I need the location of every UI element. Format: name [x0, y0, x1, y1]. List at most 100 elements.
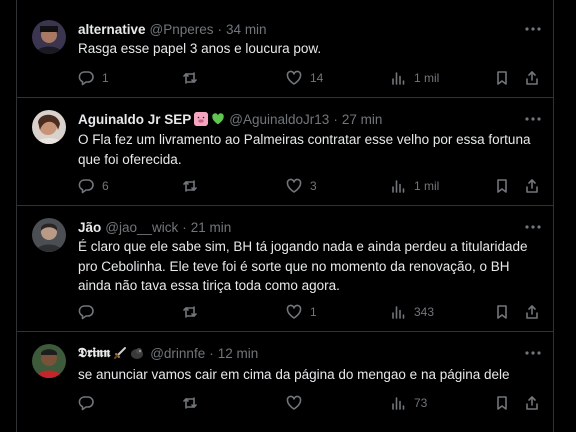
- like-count: 1: [310, 305, 317, 319]
- views-count: 343: [414, 305, 435, 319]
- share-icon: [526, 305, 538, 319]
- share-icon: [526, 71, 538, 85]
- author-name[interactable]: Jão: [78, 220, 101, 235]
- tweet[interactable]: Aguinaldo Jr SEP @AguinaldoJr13 · 27 min…: [17, 98, 553, 206]
- views-icon: [392, 397, 405, 410]
- views-count: 73: [414, 396, 428, 410]
- views-icon: [392, 72, 405, 85]
- author-name[interactable]: alternative: [78, 22, 146, 37]
- share-button[interactable]: [524, 303, 540, 321]
- author-handle[interactable]: @Pnperes: [150, 22, 214, 37]
- separator-dot: ·: [333, 111, 338, 127]
- action-bar: 1 343: [78, 303, 540, 321]
- action-bar: 6 3 1 mil: [78, 177, 540, 195]
- retweet-icon: [183, 306, 197, 318]
- action-bar: 73: [78, 394, 540, 412]
- views-icon: [392, 306, 405, 319]
- bookmark-icon: [497, 71, 507, 85]
- more-icon[interactable]: [525, 219, 541, 235]
- reply-button[interactable]: 1: [78, 69, 109, 87]
- separator-dot: ·: [209, 345, 214, 361]
- tweet-text: se anunciar vamos cair em cima da página…: [78, 367, 510, 382]
- retweet-button[interactable]: [182, 394, 206, 412]
- retweet-icon: [183, 180, 197, 192]
- retweet-icon: [183, 397, 197, 409]
- like-button[interactable]: [286, 394, 310, 412]
- author-name[interactable]: Aguinaldo Jr SEP: [78, 112, 191, 127]
- views-icon: [392, 180, 405, 193]
- more-icon[interactable]: [525, 21, 541, 37]
- avatar[interactable]: [32, 110, 66, 144]
- reply-count: 1: [102, 71, 109, 85]
- avatar[interactable]: [32, 218, 66, 252]
- bookmark-button[interactable]: [494, 303, 510, 321]
- like-button[interactable]: 1: [286, 303, 317, 321]
- views-button[interactable]: 1 mil: [390, 177, 439, 195]
- author-handle[interactable]: @jao__wick: [105, 220, 178, 235]
- reply-button[interactable]: [78, 303, 102, 321]
- views-button[interactable]: 343: [390, 303, 434, 321]
- pig-emoji: [194, 112, 209, 126]
- like-count: 14: [310, 71, 324, 85]
- views-count: 1 mil: [414, 71, 440, 85]
- reply-icon: [78, 179, 94, 194]
- tweet-header: Jão @jao__wick · 21 min: [78, 218, 517, 236]
- action-bar: 1 14 1 mil: [78, 69, 540, 87]
- share-button[interactable]: [524, 177, 540, 195]
- reply-icon: [78, 305, 94, 320]
- retweet-button[interactable]: [182, 177, 206, 195]
- timestamp[interactable]: 34 min: [226, 22, 267, 37]
- reply-feed: alternative @Pnperes · 34 min Rasga esse…: [16, 0, 554, 432]
- author-handle[interactable]: @drinnfe: [150, 346, 205, 361]
- more-icon[interactable]: [525, 345, 541, 361]
- author-handle[interactable]: @AguinaldoJr13: [229, 112, 329, 127]
- bookmark-button[interactable]: [494, 69, 510, 87]
- gorilla-emoji: [130, 346, 144, 360]
- tweet-text: O Fla fez um livramento ao Palmeiras con…: [78, 132, 531, 167]
- reply-button[interactable]: [78, 394, 102, 412]
- retweet-icon: [183, 72, 197, 84]
- separator-dot: ·: [182, 219, 187, 235]
- like-button[interactable]: 14: [286, 69, 323, 87]
- share-icon: [526, 179, 538, 193]
- separator-dot: ·: [217, 21, 223, 37]
- tweet-header: 𝕯𝖗𝖎𝖓𝖓 @drinnfe · 12 min: [78, 344, 517, 362]
- share-button[interactable]: [524, 69, 540, 87]
- retweet-button[interactable]: [182, 69, 206, 87]
- retweet-button[interactable]: [182, 303, 206, 321]
- dagger-emoji: [113, 346, 127, 360]
- bookmark-icon: [497, 396, 507, 410]
- avatar[interactable]: [32, 20, 66, 54]
- reply-count: 6: [102, 179, 109, 193]
- like-button[interactable]: 3: [286, 177, 317, 195]
- tweet[interactable]: 𝕯𝖗𝖎𝖓𝖓 @drinnfe · 12 min se anunciar vamo…: [17, 332, 553, 432]
- reply-icon: [78, 71, 94, 86]
- author-name[interactable]: 𝕯𝖗𝖎𝖓𝖓: [78, 345, 110, 361]
- tweet-text: É claro que ele sabe sim, BH tá jogando …: [78, 239, 528, 293]
- reply-button[interactable]: 6: [78, 177, 109, 195]
- tweet-text: Rasga esse papel 3 anos e loucura pow.: [78, 41, 322, 56]
- tweet-header: alternative @Pnperes · 34 min: [78, 20, 517, 38]
- views-count: 1 mil: [414, 179, 440, 193]
- tweet[interactable]: alternative @Pnperes · 34 min Rasga esse…: [17, 0, 553, 98]
- timestamp[interactable]: 21 min: [191, 220, 232, 235]
- like-count: 3: [310, 179, 317, 193]
- tweet-header: Aguinaldo Jr SEP @AguinaldoJr13 · 27 min: [78, 110, 517, 128]
- bookmark-icon: [497, 305, 507, 319]
- reply-icon: [78, 396, 94, 411]
- more-icon[interactable]: [525, 111, 541, 127]
- timestamp[interactable]: 27 min: [342, 112, 383, 127]
- avatar[interactable]: [32, 344, 66, 378]
- timestamp[interactable]: 12 min: [218, 346, 259, 361]
- like-icon: [286, 70, 302, 85]
- views-button[interactable]: 1 mil: [390, 69, 439, 87]
- green-heart-emoji: [211, 112, 225, 126]
- views-button[interactable]: 73: [390, 394, 427, 412]
- bookmark-icon: [497, 179, 507, 193]
- like-icon: [286, 304, 302, 319]
- bookmark-button[interactable]: [494, 177, 510, 195]
- tweet[interactable]: Jão @jao__wick · 21 min É claro que ele …: [17, 206, 553, 332]
- share-button[interactable]: [524, 394, 540, 412]
- share-icon: [526, 396, 538, 410]
- bookmark-button[interactable]: [494, 394, 510, 412]
